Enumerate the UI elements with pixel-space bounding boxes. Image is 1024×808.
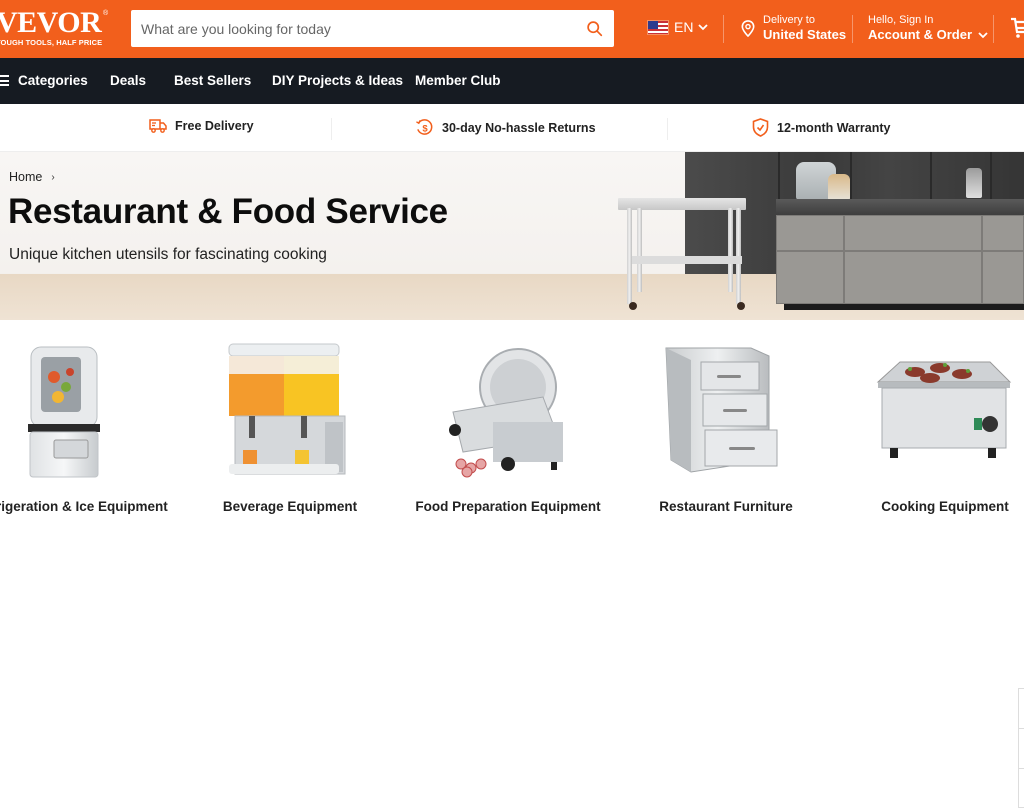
- category-label: Restaurant Furniture: [659, 499, 793, 514]
- side-panel-tab[interactable]: [1018, 688, 1024, 808]
- category-card[interactable]: Cooking Equipment: [845, 320, 1024, 538]
- category-label: Beverage Equipment: [222, 499, 358, 514]
- page-subtitle: Unique kitchen utensils for fascinating …: [9, 246, 327, 263]
- delivery-country: United States: [763, 27, 847, 42]
- nav-deals[interactable]: Deals: [110, 73, 146, 88]
- category-card[interactable]: Refrigeration & Ice Equipment: [0, 320, 171, 538]
- benefit-label: 30-day No-hassle Returns: [442, 120, 596, 135]
- breadcrumb: Home ›: [9, 170, 55, 184]
- header-divider: [723, 15, 724, 43]
- cart-button[interactable]: [1010, 16, 1024, 45]
- language-code: EN: [674, 19, 694, 35]
- category-card[interactable]: Beverage Equipment: [190, 320, 390, 538]
- category-card[interactable]: Food Preparation Equipment: [408, 320, 608, 538]
- hero-counter-cabinet: [776, 215, 1024, 304]
- category-label: Cooking Equipment: [881, 499, 1009, 514]
- nav-best-sellers[interactable]: Best Sellers: [174, 73, 251, 88]
- benefit-returns[interactable]: $ 30-day No-hassle Returns: [415, 118, 596, 137]
- top-header: VEVOR ® TOUGH TOOLS, HALF PRICE EN Deliv…: [0, 0, 1024, 58]
- hero-decor-vase: [828, 174, 850, 200]
- benefit-divider: [667, 118, 668, 140]
- chevron-down-icon: [978, 31, 988, 38]
- svg-text:$: $: [422, 123, 428, 134]
- account-greeting: Hello, Sign In: [868, 14, 934, 26]
- category-label: Refrigeration & Ice Equipment: [0, 499, 168, 514]
- delivery-location[interactable]: Delivery to United States: [741, 13, 846, 43]
- search-input[interactable]: [131, 10, 574, 47]
- nav-diy-projects[interactable]: DIY Projects & Ideas: [272, 73, 403, 88]
- benefit-warranty[interactable]: 12-month Warranty: [752, 118, 890, 137]
- nav-member-club[interactable]: Member Club: [415, 73, 501, 88]
- juice-dispenser-image: [228, 343, 346, 475]
- page-title: Restaurant & Food Service: [8, 192, 448, 231]
- language-selector[interactable]: EN: [647, 19, 709, 35]
- header-divider: [852, 15, 853, 43]
- cart-icon: [1011, 17, 1024, 38]
- category-label: Food Preparation Equipment: [415, 499, 601, 514]
- chevron-down-icon: [698, 23, 709, 30]
- us-flag-icon: [647, 19, 669, 35]
- hero-decor-bottle: [966, 168, 982, 198]
- hamburger-menu-icon: [0, 75, 9, 86]
- account-label: Account & Order: [868, 27, 973, 42]
- location-pin-icon: [741, 19, 755, 37]
- benefit-free-delivery[interactable]: Free Delivery: [149, 118, 254, 134]
- benefit-label: Free Delivery: [175, 119, 254, 133]
- logo-tagline: TOUGH TOOLS, HALF PRICE: [0, 38, 103, 47]
- benefits-strip: Free Delivery $ 30-day No-hassle Returns…: [0, 104, 1024, 152]
- returns-icon: $: [416, 119, 433, 135]
- logo-wordmark: VEVOR: [0, 6, 102, 39]
- hero-counter-base: [784, 304, 1024, 310]
- account-menu[interactable]: Hello, Sign In Account & Order: [868, 13, 988, 43]
- main-navigation: Categories Deals Best Sellers DIY Projec…: [0, 58, 1024, 104]
- drawer-unit-image: [665, 347, 778, 473]
- search-icon: [586, 21, 602, 37]
- search-bar: [131, 10, 614, 47]
- shield-check-icon: [752, 118, 769, 137]
- logo-registered-mark: ®: [103, 10, 109, 17]
- benefit-divider: [331, 118, 332, 140]
- nav-categories[interactable]: Categories: [18, 73, 88, 88]
- header-divider: [993, 15, 994, 43]
- breadcrumb-separator-icon: ›: [51, 171, 55, 183]
- meat-slicer-image: [449, 348, 563, 478]
- category-grid: Refrigeration & Ice Equipment Beverage E…: [0, 320, 1024, 808]
- vevor-logo[interactable]: VEVOR ® TOUGH TOOLS, HALF PRICE: [0, 8, 116, 52]
- breadcrumb-home[interactable]: Home: [9, 170, 42, 184]
- benefit-label: 12-month Warranty: [777, 120, 891, 135]
- truck-icon: [149, 119, 167, 133]
- delivery-label: Delivery to: [763, 14, 815, 26]
- griddle-image: [876, 361, 1012, 458]
- hero-banner: [0, 152, 1024, 320]
- blender-image: [28, 346, 100, 478]
- hero-counter-top: [776, 199, 1024, 215]
- category-card[interactable]: Restaurant Furniture: [626, 320, 826, 538]
- search-button[interactable]: [574, 10, 614, 47]
